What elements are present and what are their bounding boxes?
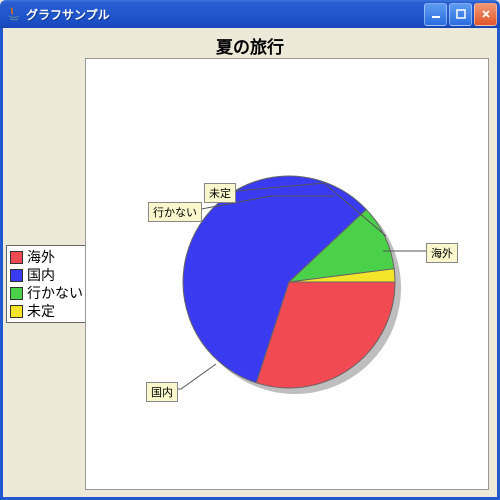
window-buttons (424, 3, 497, 26)
legend-item: 行かない (10, 284, 83, 302)
slice-label-domestic: 国内 (146, 382, 178, 402)
pie-chart (86, 59, 488, 489)
slice-label-nogo: 行かない (148, 202, 202, 222)
window-title: グラフサンプル (26, 6, 424, 23)
java-icon (6, 6, 22, 22)
legend-item: 国内 (10, 266, 83, 284)
legend-label: 海外 (27, 248, 55, 266)
legend-swatch (10, 269, 23, 282)
legend-swatch (10, 287, 23, 300)
slice-label-overseas: 海外 (426, 243, 458, 263)
legend-label: 国内 (27, 266, 55, 284)
chart-panel: 海外 国内 行かない 未定 (85, 58, 489, 490)
chart-title: 夏の旅行 (3, 28, 497, 58)
client-area: 夏の旅行 海外 国内 行かない 未定 (0, 28, 500, 500)
legend-swatch (10, 251, 23, 264)
slice-label-undecided: 未定 (204, 183, 236, 203)
maximize-button[interactable] (449, 3, 472, 26)
minimize-button[interactable] (424, 3, 447, 26)
legend-label: 行かない (27, 284, 83, 302)
close-button[interactable] (474, 3, 497, 26)
window-frame: グラフサンプル 夏の旅行 海外 国内 行かない 未定 (0, 0, 500, 500)
legend: 海外 国内 行かない 未定 (6, 245, 89, 323)
leader-domestic (174, 364, 216, 389)
legend-label: 未定 (27, 302, 55, 320)
titlebar[interactable]: グラフサンプル (0, 0, 500, 28)
legend-swatch (10, 305, 23, 318)
legend-item: 未定 (10, 302, 83, 320)
legend-item: 海外 (10, 248, 83, 266)
